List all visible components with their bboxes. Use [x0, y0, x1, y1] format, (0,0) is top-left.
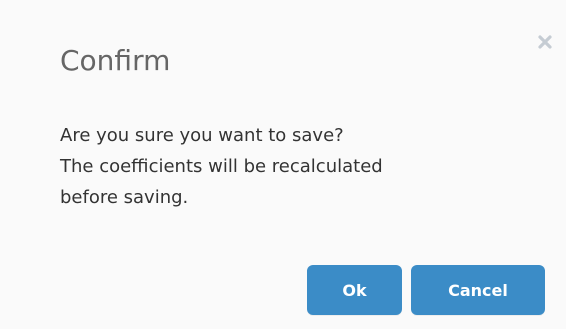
cancel-button[interactable]: Cancel: [411, 265, 545, 315]
close-icon[interactable]: [536, 33, 554, 51]
message-line: before saving.: [60, 187, 189, 208]
message-line: The coefficients will be recalculated: [60, 156, 383, 177]
ok-button[interactable]: Ok: [307, 265, 402, 315]
message-line: Are you sure you want to save?: [60, 125, 344, 146]
dialog-message: Are you sure you want to save? The coeff…: [60, 120, 530, 213]
confirm-dialog: Confirm Are you sure you want to save? T…: [0, 0, 566, 329]
dialog-title: Confirm: [60, 44, 171, 77]
